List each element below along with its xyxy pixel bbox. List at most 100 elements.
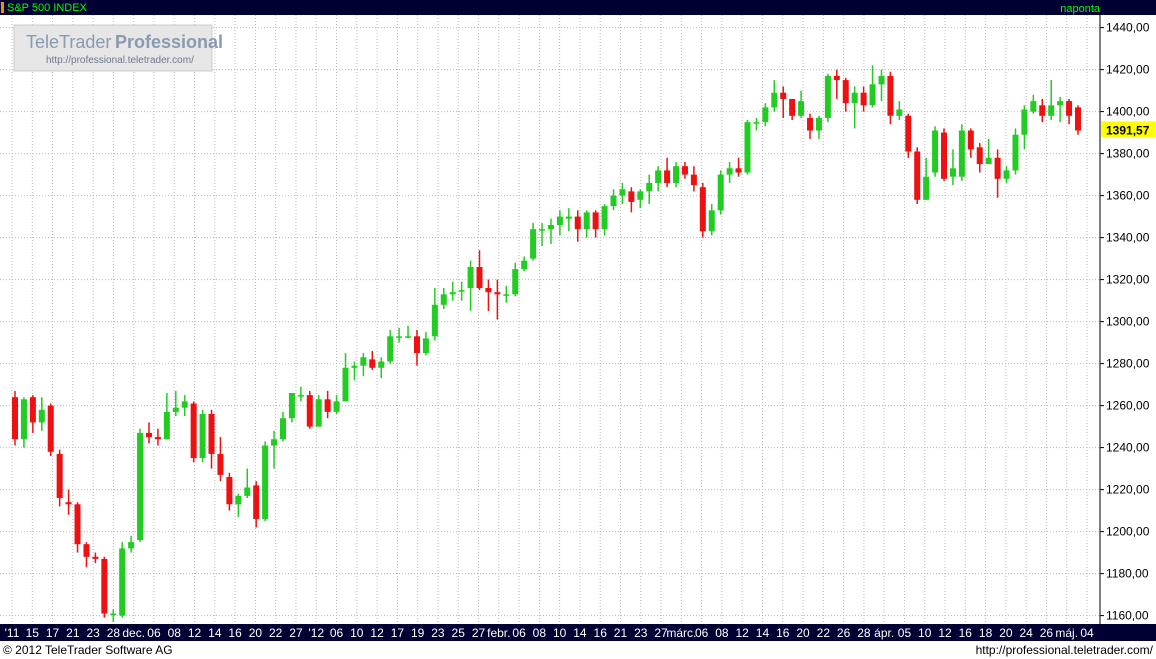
header-bar	[0, 0, 1156, 15]
candle-body	[833, 75, 840, 81]
candle-body	[110, 613, 117, 615]
candle-body	[789, 99, 796, 116]
candle-body	[217, 453, 224, 475]
candle-body	[449, 292, 456, 295]
candle-body	[637, 191, 644, 200]
candle-body	[38, 409, 45, 423]
candle-body	[154, 437, 161, 440]
candle-body	[744, 122, 751, 173]
x-tick-label: 14	[756, 626, 770, 640]
candle-body	[92, 556, 99, 559]
chart-background	[0, 0, 1156, 659]
candle-body	[128, 542, 135, 549]
candle-body	[798, 101, 805, 116]
candlestick-chart: TeleTrader Professional http://professio…	[0, 0, 1156, 659]
x-tick-label: febr.	[487, 626, 510, 640]
candle-body	[610, 195, 617, 207]
candle-body	[905, 115, 912, 152]
x-tick-label: 12	[736, 626, 750, 640]
candle-body	[65, 502, 72, 505]
candle-body	[512, 269, 519, 295]
x-tick-label: 06	[695, 626, 709, 640]
candle-body	[1057, 101, 1064, 106]
chart-title: S&P 500 INDEX	[7, 2, 88, 14]
x-tick-label: 22	[817, 626, 831, 640]
x-tick-label: 04	[1080, 626, 1094, 640]
x-tick-label: 20	[249, 626, 263, 640]
x-tick-label: 23	[86, 626, 100, 640]
candle-body	[860, 92, 867, 106]
x-tick-label: márc.	[666, 626, 696, 640]
candle-body	[172, 407, 179, 412]
candle-body	[699, 187, 706, 232]
logo: TeleTrader Professional http://professio…	[13, 24, 223, 72]
candle-body	[244, 487, 251, 496]
candle-body	[440, 294, 447, 305]
x-tick-label: 12	[370, 626, 384, 640]
x-tick-label: '11	[5, 626, 20, 640]
x-tick-label: 08	[168, 626, 182, 640]
x-tick-label: dec.	[122, 626, 145, 640]
candle-body	[190, 403, 197, 459]
candle-body	[12, 397, 18, 440]
candle-body	[1075, 107, 1081, 131]
x-tick-label: 24	[1019, 626, 1033, 640]
footer-url: http://professional.teletrader.com/	[976, 643, 1154, 657]
y-axis: 1160,00 1180,00 1200,00 1220,00 1240,00 1260,…	[1100, 21, 1150, 623]
period-label: naponta	[1060, 3, 1101, 15]
x-tick-label: 16	[959, 626, 973, 640]
x-tick-label: 20	[796, 626, 810, 640]
candle-body	[396, 336, 403, 338]
candle-body	[521, 260, 528, 270]
candle-body	[47, 405, 54, 452]
candle-body	[539, 229, 546, 231]
candle-body	[20, 399, 27, 440]
candle-body	[226, 477, 233, 505]
x-tick-label: 18	[979, 626, 993, 640]
candle-body	[565, 216, 572, 219]
logo-url: http://professional.teletrader.com/	[46, 55, 194, 66]
x-tick-label: 16	[228, 626, 242, 640]
candle-body	[708, 210, 715, 232]
x-tick-label: 06	[330, 626, 344, 640]
candle-body	[646, 183, 653, 192]
candle-body	[351, 365, 358, 368]
candle-body	[1066, 101, 1073, 116]
candle-body	[655, 170, 662, 183]
x-tick-label: 27	[472, 626, 486, 640]
y-tick-label: 1280,00	[1106, 357, 1150, 371]
candle-body	[476, 267, 483, 288]
header-marker	[1, 2, 4, 13]
candle-body	[842, 80, 849, 104]
candle-body	[288, 393, 295, 419]
x-tick-label: 10	[350, 626, 364, 640]
candle-body	[1039, 105, 1046, 116]
last-price-label: 1391,57	[1106, 123, 1150, 137]
candle-body	[29, 397, 36, 423]
y-tick-label: 1260,00	[1106, 399, 1150, 413]
candle-body	[1003, 170, 1010, 179]
x-tick-label: 08	[715, 626, 729, 640]
candle-body	[762, 107, 769, 123]
x-tick-label: 16	[594, 626, 608, 640]
x-tick-label: 05	[898, 626, 912, 640]
candle-body	[780, 92, 787, 99]
candle-body	[887, 75, 894, 116]
x-tick-label: 26	[837, 626, 851, 640]
x-tick-label: 17	[391, 626, 405, 640]
candle-body	[583, 212, 590, 230]
candle-body	[869, 84, 876, 106]
x-tick-label: 06	[147, 626, 161, 640]
x-tick-label: 10	[918, 626, 932, 640]
candle-body	[941, 132, 948, 179]
y-tick-label: 1180,00	[1106, 567, 1149, 581]
x-tick-label: 27	[289, 626, 303, 640]
x-tick-label: 14	[573, 626, 587, 640]
y-tick-label: 1420,00	[1106, 63, 1150, 77]
candle-body	[369, 359, 376, 368]
candle-body	[405, 336, 412, 338]
candle-body	[664, 170, 671, 183]
candle-body	[422, 338, 429, 354]
y-tick-label: 1380,00	[1106, 147, 1150, 161]
x-tick-label: 12	[188, 626, 202, 640]
